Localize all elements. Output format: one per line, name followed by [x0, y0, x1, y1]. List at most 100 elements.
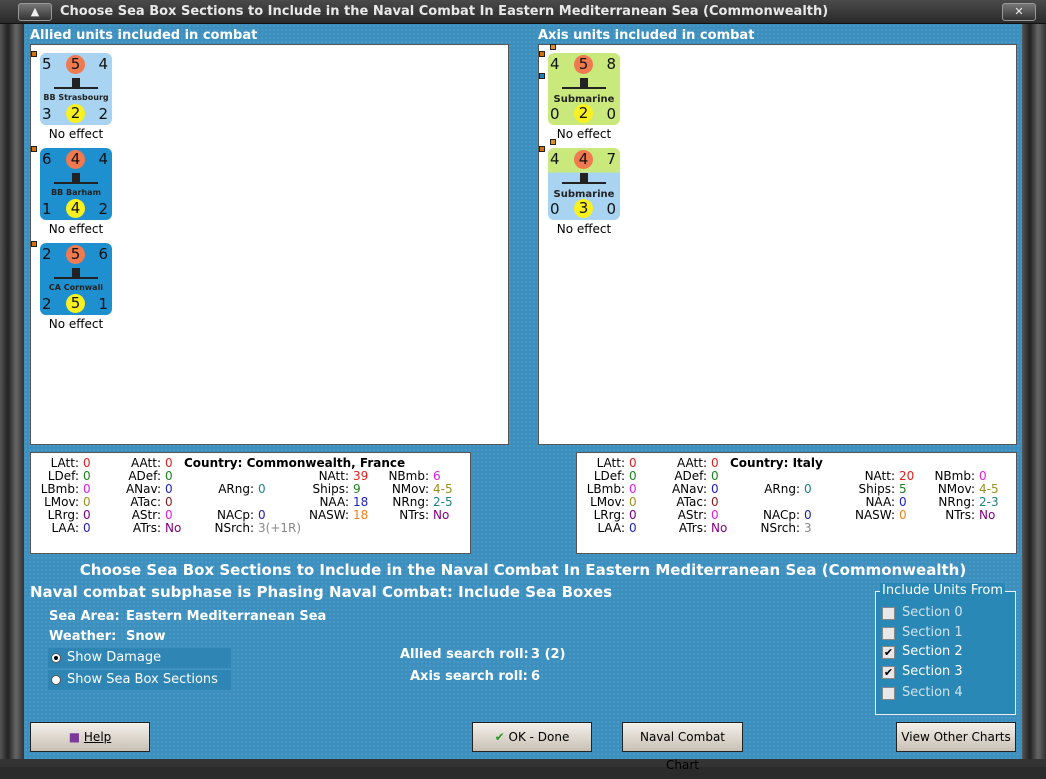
radio-selected-icon: [51, 653, 61, 663]
minimize-button[interactable]: ▲: [18, 3, 52, 21]
show-sea-box-sections-radio[interactable]: Show Sea Box Sections: [48, 670, 231, 690]
naval-combat-chart-button[interactable]: Naval Combat Chart: [622, 722, 743, 772]
range-value: 4: [98, 55, 108, 73]
counter-face[interactable]: 6 4 4 BB Barham 1 4 2: [40, 148, 112, 220]
stat-value: 0: [83, 469, 91, 483]
unit-name: BB Barham: [51, 188, 101, 197]
unit-counter[interactable]: 4 4 7 Submarine 0 3 0 No effect: [539, 139, 620, 236]
unit-counter[interactable]: 5 5 4 BB Strasbourg 3 2 2 No effect: [31, 51, 112, 141]
unit-counter[interactable]: 6 4 4 BB Barham 1 4 2 No effect: [31, 146, 112, 236]
stat-value: 0: [165, 495, 173, 509]
asw-value: 0: [606, 200, 616, 218]
unit-counter[interactable]: 2 5 6 CA Cornwall 2 5 1 No effect: [31, 241, 112, 331]
close-button[interactable]: ✕: [1002, 3, 1036, 21]
stat-value: 0: [629, 495, 637, 509]
counter-face[interactable]: 2 5 6 CA Cornwall 2 5 1: [40, 243, 112, 315]
stat-value: 0: [165, 482, 173, 496]
country-label: Country: Italy: [730, 456, 823, 470]
checkbox-label: Section 4: [902, 685, 963, 700]
stat-label: NTrs:: [945, 508, 975, 522]
stat-label: LRrg:: [47, 508, 79, 522]
status-marker-icon: [31, 146, 37, 152]
stat-label: ANav:: [125, 482, 161, 496]
help-button[interactable]: ■ Help: [30, 722, 150, 752]
status-marker-icon: [539, 51, 545, 57]
counter-face[interactable]: 4 4 7 Submarine 0 3 0: [548, 148, 620, 220]
stat-value: 0: [258, 508, 266, 522]
section-4-checkbox[interactable]: Section 4: [882, 685, 963, 703]
stat-value: 0: [258, 482, 266, 496]
section-2-checkbox[interactable]: ✔ Section 2: [882, 644, 963, 662]
movement-value: 2: [66, 104, 85, 123]
stat-label: LBmb:: [586, 482, 625, 496]
combat-effect: No effect: [48, 317, 104, 331]
subphase-text: Naval combat subphase is Phasing Naval C…: [30, 583, 613, 601]
stat-label: NACp:: [216, 508, 254, 522]
allied-units-panel[interactable]: 5 5 4 BB Strasbourg 3 2 2 No effect 6 4 4 BB Barham…: [30, 44, 509, 445]
counter-face[interactable]: 4 5 8 Submarine 0 2 0: [548, 53, 620, 125]
stat-label: NAA:: [319, 495, 349, 509]
stat-label: NAtt:: [318, 469, 349, 483]
weather-label: Weather:: [49, 629, 117, 644]
ship-silhouette-icon: [54, 268, 98, 279]
include-units-group: Include Units From Section 0 Section 1 ✔…: [875, 583, 1016, 715]
attack-value: 4: [550, 150, 560, 168]
stat-value: 0: [804, 482, 812, 496]
axis-units-panel[interactable]: 4 5 8 Submarine 0 2 0 No effect 4 4 7 Submarine 0 3 0 N…: [538, 44, 1017, 445]
section-3-checkbox[interactable]: ✔ Section 3: [882, 664, 963, 682]
counter-face[interactable]: 5 5 4 BB Strasbourg 3 2 2: [40, 53, 112, 125]
stat-value: 0: [165, 469, 173, 483]
stat-label: AStr:: [677, 508, 707, 522]
ship-silhouette-icon: [54, 173, 98, 184]
range-value: 4: [98, 150, 108, 168]
aa-value: 3: [42, 105, 52, 123]
stat-label: NASW:: [308, 508, 349, 522]
axis-roll-label: Axis search roll:: [410, 669, 528, 684]
sea-area-value: Eastern Mediterranean Sea: [126, 609, 327, 624]
checkbox-label: Section 2: [902, 644, 963, 659]
stat-label: LDef:: [47, 469, 79, 483]
stat-label: NMov:: [937, 482, 975, 496]
stat-value: 2-5: [433, 495, 453, 509]
group-title: Include Units From: [880, 583, 1006, 598]
stat-label: NRng:: [392, 495, 429, 509]
axis-header: Axis units included in combat: [538, 28, 755, 43]
allied-roll-value: 3 (2): [531, 647, 566, 662]
stat-value: No: [711, 521, 728, 535]
stat-value: 0: [165, 456, 173, 470]
attack-value: 6: [42, 150, 52, 168]
stat-value: 0: [629, 456, 637, 470]
stat-label: ANav:: [671, 482, 707, 496]
section-0-checkbox[interactable]: Section 0: [882, 605, 963, 623]
checkbox-icon: [882, 627, 895, 640]
movement-value: 4: [66, 199, 85, 218]
status-marker-icon: [31, 51, 37, 57]
stat-value: 0: [629, 508, 637, 522]
ok-done-button[interactable]: ✔ OK - Done: [472, 722, 592, 752]
stat-label: LAtt:: [596, 456, 625, 470]
window-frame-bottom: [0, 759, 1046, 767]
axis-roll-value: 6: [531, 669, 541, 684]
view-other-charts-button[interactable]: View Other Charts: [896, 722, 1016, 752]
unit-counter[interactable]: 4 5 8 Submarine 0 2 0 No effect: [539, 44, 620, 141]
section-1-checkbox[interactable]: Section 1: [882, 625, 963, 643]
stat-value: 0: [899, 495, 907, 509]
stat-label: Ships:: [858, 482, 895, 496]
defense-value: 5: [66, 55, 85, 74]
stat-value: 0: [711, 456, 719, 470]
stat-value: 9: [353, 482, 361, 496]
stat-value: 0: [629, 469, 637, 483]
asw-value: 2: [98, 200, 108, 218]
stat-value: 6: [433, 469, 441, 483]
defense-value: 4: [66, 150, 85, 169]
stat-value: 0: [711, 508, 719, 522]
aa-value: 0: [550, 105, 560, 123]
checkbox-label: Section 1: [902, 625, 963, 640]
show-damage-radio[interactable]: Show Damage: [48, 648, 231, 668]
aa-value: 0: [550, 200, 560, 218]
allied-stats-box: Country: Commonwealth, France LAtt: 0 LDef:…: [30, 452, 471, 554]
attack-value: 2: [42, 245, 52, 263]
stat-label: NAtt:: [864, 469, 895, 483]
stat-value: 0: [83, 482, 91, 496]
allied-header: Allied units included in combat: [30, 28, 258, 43]
